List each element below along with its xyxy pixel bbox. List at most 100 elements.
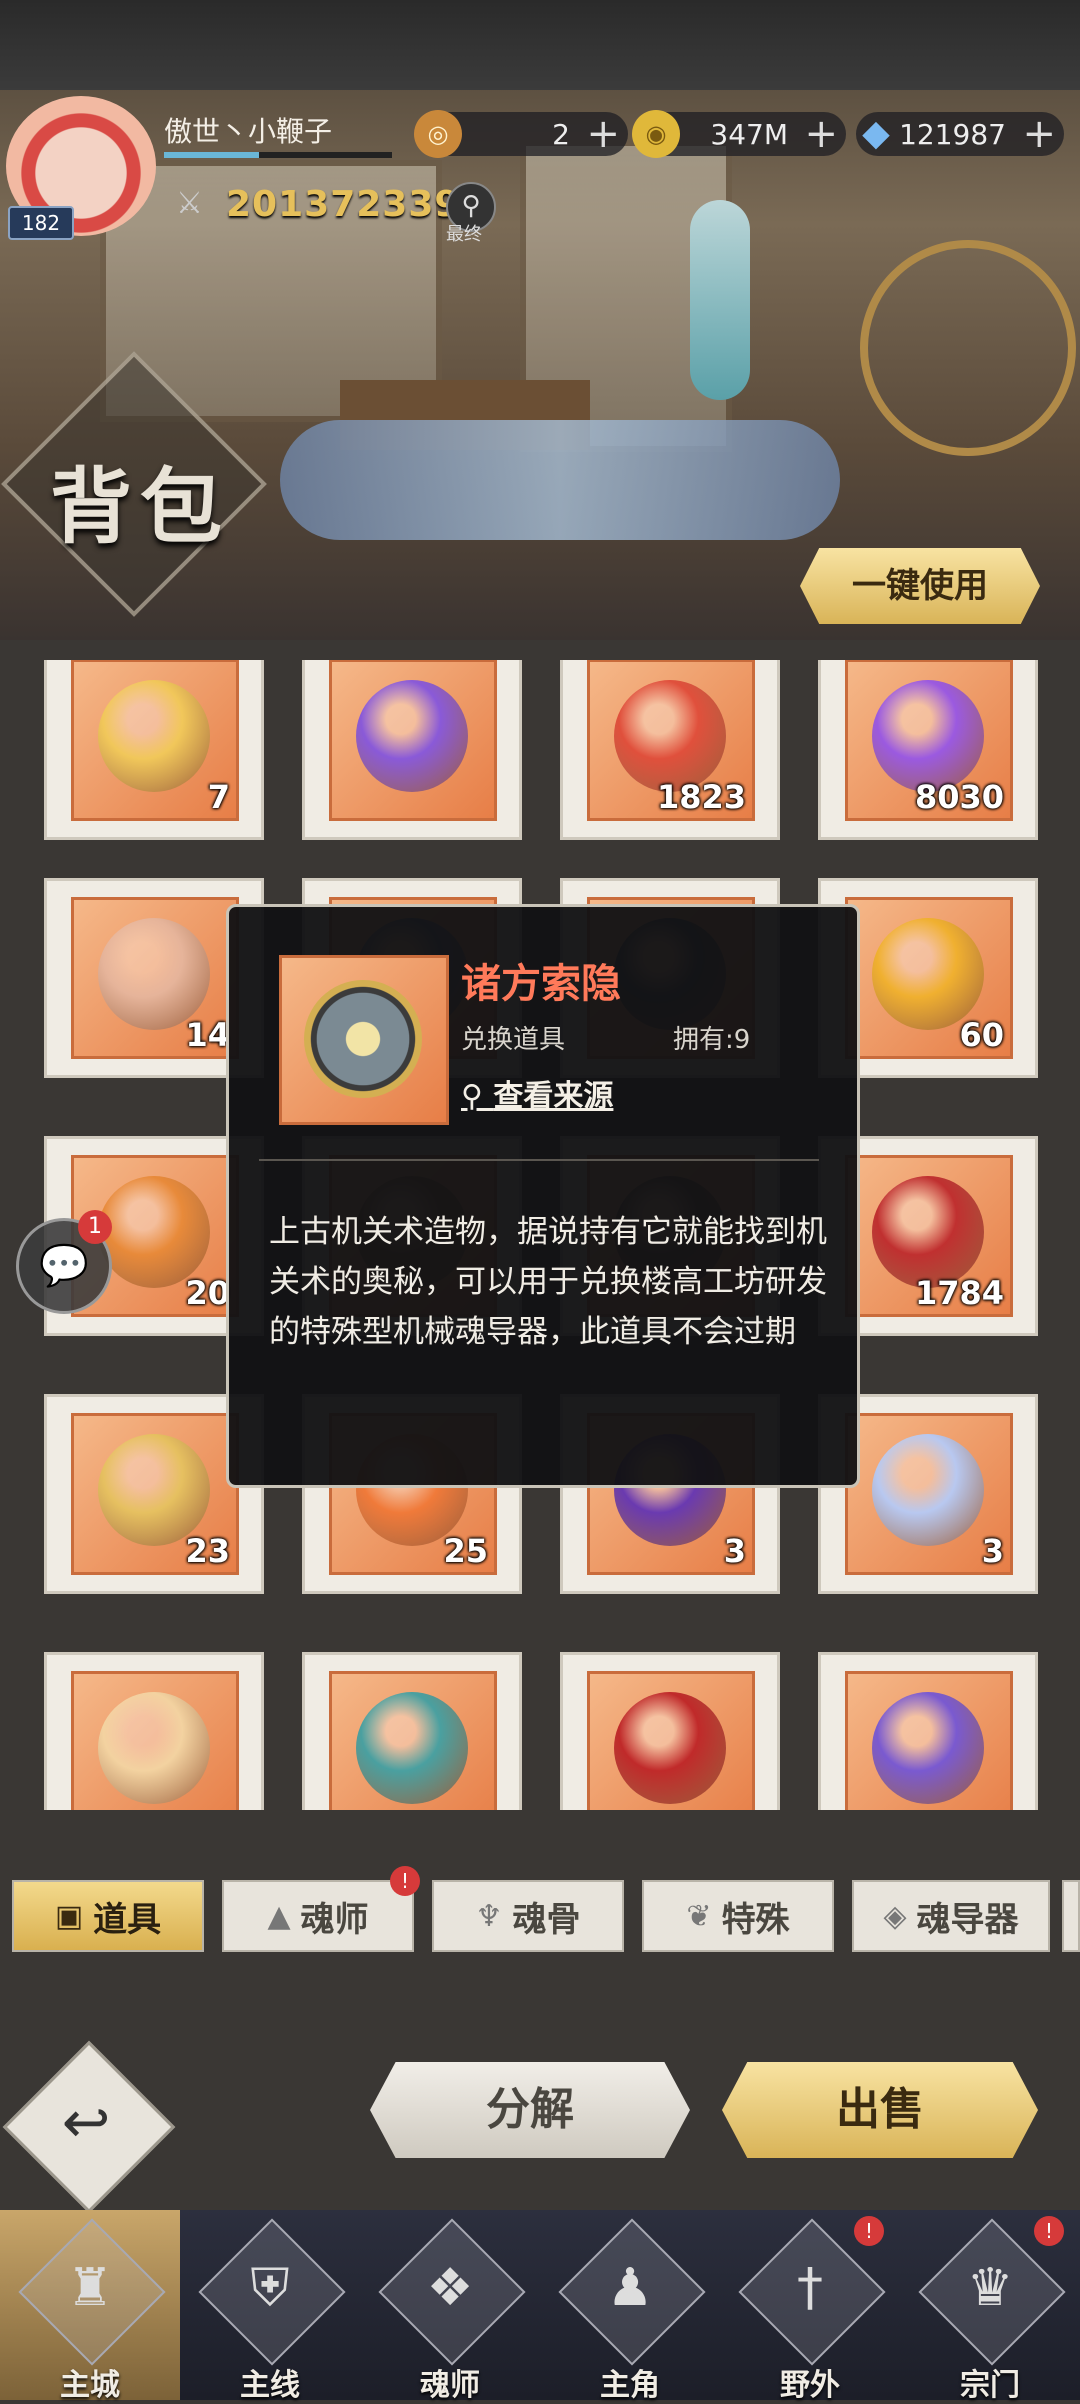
nav-item-1[interactable]: ⛨ 主线: [180, 2210, 360, 2403]
decompose-button[interactable]: 分解: [370, 2062, 690, 2158]
item-icon: [872, 1692, 984, 1804]
search-icon: ⚲: [461, 1079, 494, 1114]
item-icon: [614, 680, 726, 792]
page-title: 背包: [50, 460, 231, 555]
castle-icon: ♜: [66, 2258, 114, 2318]
nav-alert-badge: !: [1034, 2216, 1064, 2246]
hood-icon: ▲: [267, 1898, 291, 1934]
compass-coin-icon: [304, 980, 422, 1098]
item-count: 23: [185, 1532, 230, 1570]
return-arrow-icon: ↩: [61, 2088, 111, 2156]
hooded-figure-icon: ♟: [606, 2258, 654, 2318]
tooltip-divider: [259, 1159, 819, 1161]
sell-button[interactable]: 出售: [722, 2062, 1038, 2158]
tooltip-item-owned: 拥有:9: [673, 1025, 751, 1055]
item-icon: [98, 1692, 210, 1804]
nav-label: 主城: [60, 2368, 120, 2403]
item-slot[interactable]: [44, 1652, 264, 1810]
power-tag: 最终: [446, 224, 482, 245]
nav-alert-badge: !: [854, 2216, 884, 2246]
item-slot[interactable]: 1823: [560, 660, 780, 840]
item-count: 1823: [656, 778, 746, 816]
item-frame: 3: [845, 1413, 1013, 1575]
nav-label: 主角: [600, 2368, 660, 2403]
nav-label: 主线: [240, 2368, 300, 2403]
view-source-link[interactable]: ⚲ 查看来源: [461, 1071, 613, 1115]
item-slot[interactable]: 7: [44, 660, 264, 840]
tab-0[interactable]: ▣ 道具: [12, 1880, 204, 1952]
sword-icon: †: [797, 2258, 823, 2318]
item-count: 20: [185, 1274, 230, 1312]
item-frame: 23: [71, 1413, 239, 1575]
tab-3[interactable]: ❦ 特殊: [642, 1880, 834, 1952]
item-icon: [872, 918, 984, 1030]
device-icon: ◈: [883, 1898, 907, 1934]
item-frame: 60: [845, 897, 1013, 1059]
token-icon: ◎: [414, 110, 462, 158]
nav-item-4[interactable]: † 野外!: [720, 2210, 900, 2403]
item-slot[interactable]: [818, 1652, 1038, 1810]
resource-gold: ◉ 347M +: [632, 110, 846, 158]
use-all-button[interactable]: 一键使用: [800, 548, 1040, 624]
resource-token-value: 2: [552, 118, 570, 151]
tab-label: 魂导器: [916, 1899, 1019, 1940]
nav-item-0[interactable]: ♜ 主城: [0, 2210, 180, 2403]
nav-item-3[interactable]: ♟ 主角: [540, 2210, 720, 2403]
status-strip: [0, 0, 1080, 90]
item-slot[interactable]: 8030: [818, 660, 1038, 840]
flask-decoration: [690, 200, 750, 400]
item-slot[interactable]: [560, 1652, 780, 1810]
tooltip-item-type: 兑换道具: [461, 1025, 566, 1055]
item-count: 14: [185, 1016, 230, 1054]
tab-label: 道具: [93, 1899, 162, 1940]
add-token-button[interactable]: +: [586, 112, 620, 156]
tab-2[interactable]: ♆ 魂骨: [432, 1880, 624, 1952]
chat-badge: 1: [78, 1210, 112, 1244]
exp-bar: [164, 152, 392, 158]
item-slot[interactable]: [302, 660, 522, 840]
item-icon: [98, 1434, 210, 1546]
item-frame: 1823: [587, 660, 755, 821]
item-frame: [329, 660, 497, 821]
tab-label: 魂骨: [512, 1899, 581, 1940]
nav-item-5[interactable]: ♛ 宗门!: [900, 2210, 1080, 2403]
tooltip-description: 上古机关术造物，据说持有它就能找到机关术的奥秘，可以用于兑换楼高工坊研发的特殊型…: [269, 1214, 827, 1350]
nav-item-2[interactable]: ❖ 魂师: [360, 2210, 540, 2403]
bottom-navigation: ♜ 主城 ⛨ 主线 ❖ 魂师 ♟ 主角 † 野外! ♛ 宗门!: [0, 2210, 1080, 2403]
add-diamond-button[interactable]: +: [1022, 112, 1056, 156]
tab-label: 魂师: [300, 1899, 369, 1940]
tab-1[interactable]: ▲ 魂师: [222, 1880, 414, 1952]
crossed-swords-icon: ⚔: [176, 186, 203, 221]
book-icon: ❖: [426, 2258, 474, 2318]
add-gold-button[interactable]: +: [804, 112, 838, 156]
item-count: 3: [723, 1532, 746, 1570]
tab-overflow[interactable]: [1062, 1880, 1080, 1952]
nav-label: 魂师: [420, 2368, 480, 2403]
diamond-icon: ◆: [862, 113, 890, 154]
item-frame: [845, 1671, 1013, 1810]
tooltip-item-name: 诸方索隐: [461, 961, 621, 1007]
gold-coin-icon: ◉: [632, 110, 680, 158]
player-name: 傲世丶小鞭子: [164, 115, 333, 148]
emblem-icon: ♛: [966, 2258, 1014, 2318]
item-icon: [356, 1692, 468, 1804]
item-count: 1784: [914, 1274, 1004, 1312]
tab-4[interactable]: ◈ 魂导器: [852, 1880, 1050, 1952]
item-icon: [98, 1176, 210, 1288]
item-icon: [98, 680, 210, 792]
item-count: 25: [443, 1532, 488, 1570]
nav-label: 野外: [780, 2368, 840, 2403]
resource-gold-value: 347M: [710, 118, 788, 151]
item-count: 3: [981, 1532, 1004, 1570]
combat-power: 201372339: [226, 184, 461, 225]
item-frame: 8030: [845, 660, 1013, 821]
relic-chain-decoration: [280, 420, 840, 540]
resource-token: ◎ 2 +: [414, 110, 628, 158]
feather-icon: ❦: [686, 1898, 712, 1934]
player-level: 182: [8, 206, 74, 240]
item-tooltip: 诸方索隐 兑换道具 拥有:9 ⚲ 查看来源 上古机关术造物，据说持有它就能找到机…: [226, 904, 860, 1488]
tab-label: 特殊: [721, 1899, 790, 1940]
box-icon: ▣: [54, 1898, 84, 1934]
item-slot[interactable]: [302, 1652, 522, 1810]
resource-diamond: ◆ 121987 +: [856, 112, 1064, 156]
